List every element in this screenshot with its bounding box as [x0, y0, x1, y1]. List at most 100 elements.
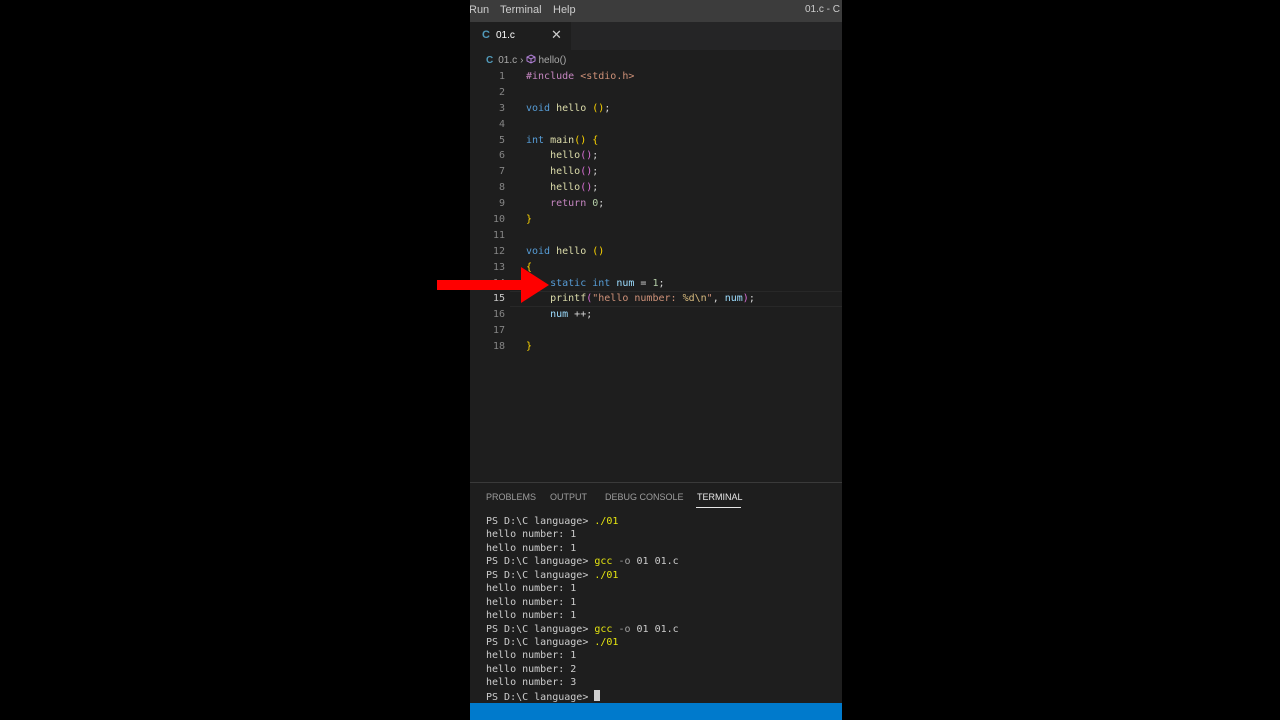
code-token: (): [580, 166, 593, 178]
code-token: hello: [556, 245, 587, 257]
terminal-line: hello number: 1: [486, 542, 577, 554]
terminal-prompt: PS D:\C language>: [486, 636, 595, 648]
terminal-line: hello number: 1: [486, 610, 577, 622]
code-token: hello: [550, 166, 581, 178]
code-token: printf: [550, 293, 587, 305]
code-line-7: 7 hello();: [470, 164, 842, 180]
code-token: <stdio.h>: [574, 71, 635, 82]
chevron-right-icon: ›: [520, 55, 524, 66]
code-line-4: 4: [470, 117, 842, 133]
code-token: void: [526, 102, 551, 114]
line-number: 7: [498, 166, 505, 178]
code-token: %d\n: [682, 293, 707, 305]
terminal-command: ./01: [594, 636, 619, 648]
tab-01c[interactable]: C 01.c ✕: [470, 22, 571, 50]
terminal-flag: -o: [612, 556, 637, 568]
terminal-output[interactable]: PS D:\C language> ./01 hello number: 1 h…: [486, 515, 679, 703]
terminal-line: PS D:\C language> ./01: [486, 515, 679, 528]
code-token: ;: [592, 166, 599, 178]
menu-bar: Run Terminal Help 01.c - C: [470, 0, 842, 22]
code-editor[interactable]: 1 #include <stdio.h> 2 3 void hello (); 4 …: [470, 69, 842, 355]
line-number: 11: [492, 229, 505, 241]
line-number: 17: [492, 325, 505, 337]
terminal-prompt: PS D:\C language>: [486, 691, 595, 703]
code-token: ;: [658, 277, 665, 289]
line-number: 12: [492, 245, 505, 257]
line-number: 10: [492, 214, 505, 226]
tab-problems[interactable]: PROBLEMS: [486, 492, 536, 502]
code-token: }: [526, 341, 533, 353]
line-number: 6: [498, 150, 505, 162]
code-token: hello: [550, 182, 581, 194]
code-line-8: 8 hello();: [470, 180, 842, 196]
code-line-2: 2: [470, 85, 842, 101]
code-token: num: [724, 293, 743, 305]
code-line-1: 1 #include <stdio.h>: [470, 69, 842, 85]
line-number: 9: [498, 198, 505, 210]
terminal-prompt: PS D:\C language>: [486, 516, 595, 527]
code-token: (): [580, 182, 593, 194]
line-number: 8: [498, 182, 505, 194]
code-token: ,: [712, 293, 725, 305]
method-cube-icon: [526, 54, 536, 67]
code-line-6: 6 hello();: [470, 148, 842, 164]
terminal-line: hello number: 1: [486, 529, 577, 541]
code-line-3: 3 void hello ();: [470, 101, 842, 117]
code-token: ;: [604, 102, 611, 114]
status-bar: [470, 703, 842, 720]
close-icon[interactable]: ✕: [551, 27, 562, 43]
code-token: void: [526, 245, 551, 257]
active-tab-indicator: [696, 507, 741, 508]
window-title: 01.c - C: [804, 4, 840, 15]
breadcrumb-symbol[interactable]: hello(): [538, 55, 566, 66]
code-token: =: [634, 277, 653, 289]
menu-terminal[interactable]: Terminal: [500, 4, 542, 16]
tab-output[interactable]: OUTPUT: [550, 492, 587, 502]
code-token: #include: [526, 71, 575, 82]
tab-label: 01.c: [496, 30, 515, 41]
terminal-args: 01 01.c: [636, 623, 679, 635]
terminal-line: PS D:\C language> gcc -o 01 01.c: [486, 555, 679, 568]
breadcrumb-file[interactable]: 01.c: [498, 55, 517, 66]
code-token: "hello number:: [592, 293, 683, 305]
line-number: 3: [498, 102, 505, 114]
code-token: (): [592, 245, 605, 257]
code-token: int: [592, 277, 611, 289]
terminal-line: hello number: 1: [486, 596, 577, 608]
code-token: return: [550, 198, 587, 210]
code-token: main: [550, 134, 575, 146]
terminal-line: hello number: 2: [486, 663, 577, 675]
menu-help[interactable]: Help: [553, 4, 576, 16]
menu-run[interactable]: Run: [470, 4, 489, 16]
code-token: ++;: [568, 309, 593, 321]
line-number: 4: [498, 118, 505, 130]
terminal-line: hello number: 3: [486, 677, 577, 689]
code-line-9: 9 return 0;: [470, 196, 842, 212]
editor-tab-bar: C 01.c ✕: [470, 22, 842, 50]
code-token: }: [526, 214, 533, 226]
code-line-16: 16 num ++;: [470, 307, 842, 323]
terminal-line: PS D:\C language> ./01: [486, 636, 679, 649]
terminal-command: ./01: [594, 569, 619, 581]
code-token: ;: [598, 198, 605, 210]
code-line-17: 17: [470, 323, 842, 339]
code-token: int: [526, 134, 545, 146]
red-arrow-icon: [437, 267, 549, 303]
line-number: 1: [498, 71, 505, 82]
code-token: static: [550, 277, 587, 289]
code-token: ): [580, 134, 587, 146]
code-line-18: 18}: [470, 339, 842, 355]
code-line-10: 10}: [470, 212, 842, 228]
terminal-line: hello number: 1: [486, 583, 577, 595]
c-language-icon: C: [486, 55, 494, 66]
code-token: {: [592, 134, 599, 146]
terminal-args: 01 01.c: [636, 556, 679, 568]
terminal-command: ./01: [594, 516, 619, 527]
tab-terminal[interactable]: TERMINAL: [697, 492, 743, 502]
terminal-line: hello number: 1: [486, 650, 577, 662]
terminal-command: gcc: [594, 556, 613, 568]
bottom-panel: PROBLEMS OUTPUT DEBUG CONSOLE TERMINAL P…: [470, 482, 842, 704]
tab-debug-console[interactable]: DEBUG CONSOLE: [605, 492, 684, 502]
code-token: ;: [748, 293, 755, 305]
terminal-command: gcc: [594, 623, 613, 635]
